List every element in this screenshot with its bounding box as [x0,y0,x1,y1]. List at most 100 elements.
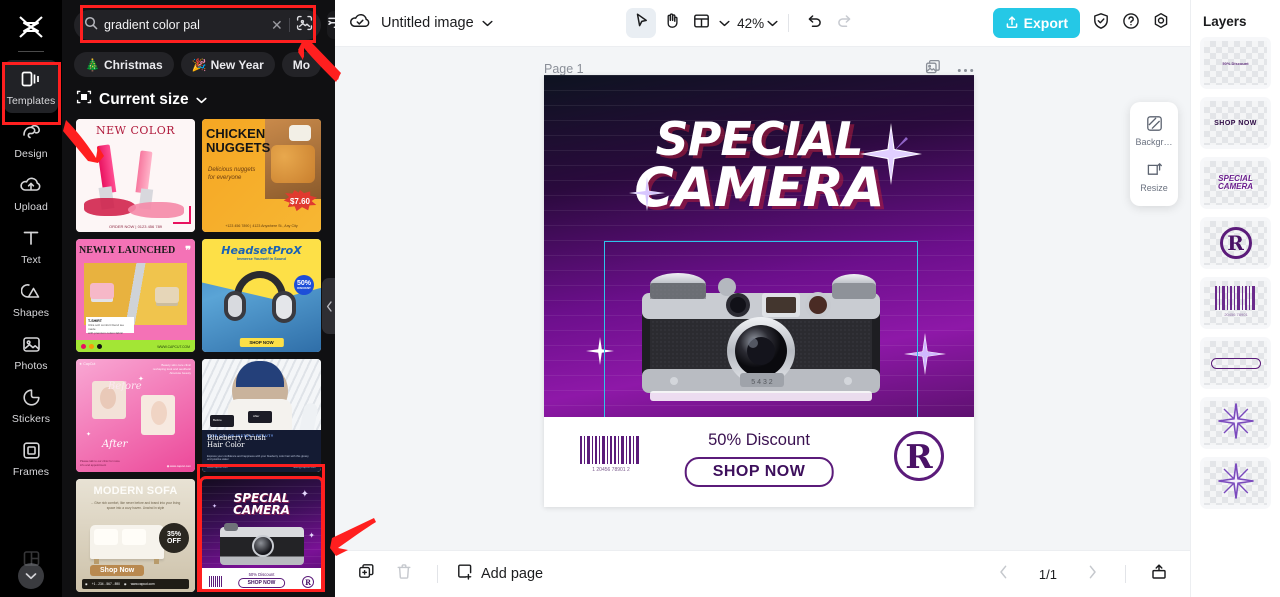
next-page-button[interactable] [1077,559,1107,589]
sidebar-more[interactable] [18,550,44,589]
layer-thumb-sparkle [1216,401,1255,445]
svg-text:1 20456 78901 2: 1 20456 78901 2 [592,467,630,473]
template-card-special-camera[interactable]: SPECIAL CAMERA ✦ ✦ ✦ 50% Discount SHOP NO… [199,476,324,592]
chip-label: Christmas [103,57,163,72]
size-frame-icon [76,89,92,110]
template-card-newly-launched[interactable]: NEWLY LAUNCHED ❞ T-SHIRT Ultra soft comf… [76,239,195,352]
templates-icon [20,68,42,90]
sidebar-item-label: Templates [6,95,56,107]
sidebar-item-shapes[interactable]: Shapes [4,272,58,325]
layer-item-pill-outline[interactable] [1200,337,1271,389]
template-card-modern-sofa[interactable]: MODERN SOFA ... Give ricb comfort, like … [76,479,195,592]
search-icon [84,16,98,35]
trash-icon [396,563,412,585]
current-size-selector[interactable]: Current size [62,77,335,119]
zoom-chevron-down-icon[interactable] [767,14,778,32]
layout-chevron-down-icon[interactable] [719,14,730,32]
delete-page-button[interactable] [389,559,419,589]
select-tool-button[interactable] [626,8,657,38]
sidebar-item-text[interactable]: Text [4,219,58,272]
redo-button[interactable] [829,8,859,38]
capcut-logo-icon[interactable] [14,12,48,42]
present-button[interactable] [1144,559,1174,589]
redo-icon [836,13,853,33]
template-card-chicken-nuggets[interactable]: CHICKEN NUGGETS Delicious nuggets for ever… [202,119,321,232]
sidebar-item-stickers[interactable]: Stickers [4,378,58,431]
undo-button[interactable] [799,8,829,38]
layer-thumb-pill [1210,357,1261,369]
camera-image[interactable]: 5 4 3 2 [632,265,890,417]
layer-item-sparkle-1[interactable] [1200,397,1271,449]
sidebar-item-photos[interactable]: Photos [4,325,58,378]
canvas-area[interactable]: Page 1 SPECIAL CAMERA 5 4 3 2 1 20456 78… [335,47,1190,550]
template-card-blueberry-crush[interactable]: Before After HAIR COLOR INSTANT BEAUTY B… [202,359,321,472]
template-card-new-color[interactable]: NEW COLOR ORDER NOW | 0123 456 789 [76,119,195,232]
page-label: Page 1 [544,61,584,76]
layer-thumb-text: 50% Discount [1222,60,1249,66]
layer-item-registered-mark[interactable]: R [1200,217,1271,269]
template-title: HeadsetProX [221,244,302,257]
chip-new-year[interactable]: 🎉 New Year [180,52,275,77]
add-page-button[interactable]: Add page [456,563,543,585]
sidebar-item-label: Design [14,148,48,160]
zoom-level[interactable]: 42% [737,16,764,31]
app-root: Templates Design Upload Text Shapes Phot… [0,0,1280,597]
add-page-icon [456,563,474,585]
more-panels-icon [22,550,41,572]
clear-x-icon[interactable]: ✕ [271,18,283,32]
image-search-icon[interactable] [296,15,313,36]
document-title[interactable]: Untitled image [381,15,474,31]
settings-button[interactable] [1146,8,1176,38]
chip-more[interactable]: Mo [281,52,322,77]
sparkle-icon [629,175,665,216]
collapse-panel-handle[interactable] [322,278,335,334]
shop-now-button[interactable]: SHOP NOW [684,457,834,487]
prev-page-button[interactable] [989,559,1019,589]
layer-item-barcode[interactable]: 20456 78901 [1200,277,1271,329]
title-chevron-down-icon[interactable] [482,14,493,32]
hand-tool-button[interactable] [656,8,686,38]
help-button[interactable] [1116,8,1146,38]
search-box[interactable]: ✕ [74,10,321,40]
layout-tool-button[interactable] [686,8,716,38]
sidebar-item-design[interactable]: Design [4,113,58,166]
layer-thumb-text: SHOP NOW [1214,119,1257,127]
search-input[interactable] [104,18,265,32]
filter-button[interactable] [326,11,335,39]
sidebar-item-frames[interactable]: Frames [4,431,58,484]
background-button[interactable]: Backgr… [1130,110,1178,152]
sidebar-item-upload[interactable]: Upload [4,166,58,219]
sidebar-item-label: Photos [14,360,48,372]
template-card-headset-prox[interactable]: HeadsetProX Immerse Yourself In Sound 50… [202,239,321,352]
chip-christmas[interactable]: 🎄 Christmas [74,52,174,77]
layer-item-50-discount[interactable]: 50% Discount [1200,37,1271,89]
template-card-before-after[interactable]: ★ CapCut Beauty skin care clinic reshapin… [76,359,195,472]
layer-thumb-text: SPECIAL CAMERA [1217,174,1254,191]
layer-item-shop-now[interactable]: SHOP NOW [1200,97,1271,149]
template-title: NEW COLOR [96,124,175,137]
sidebar-item-label: Upload [14,201,48,213]
poster-background: SPECIAL CAMERA 5 4 3 2 [544,75,974,417]
left-rail: Templates Design Upload Text Shapes Phot… [0,0,62,597]
templates-panel: ✕ [62,0,335,597]
registered-mark[interactable]: R [894,431,944,481]
resize-icon [1146,161,1163,180]
layer-item-special-camera[interactable]: SPECIAL CAMERA [1200,157,1271,209]
top-toolbar: Untitled image 42% Export [335,0,1190,47]
template-cta: SHOP NOW [237,578,286,588]
artboard[interactable]: SPECIAL CAMERA 5 4 3 2 1 20456 78901 2 5… [544,75,974,507]
svg-text:20456 78901: 20456 78901 [1224,312,1248,317]
photos-icon [20,333,42,355]
duplicate-page-icon [358,563,375,585]
cloud-saved-icon[interactable] [349,12,371,35]
cursor-arrow-icon [633,12,650,34]
layer-item-sparkle-2[interactable] [1200,457,1271,509]
export-button[interactable]: Export [992,8,1080,38]
svg-text:5 4 3 2: 5 4 3 2 [751,379,773,386]
more-horizontal-icon[interactable] [957,62,974,76]
resize-button[interactable]: Resize [1130,156,1178,198]
sidebar-item-templates[interactable]: Templates [4,60,58,113]
duplicate-page-button[interactable] [351,559,381,589]
layers-title: Layers [1203,14,1247,29]
shield-button[interactable] [1086,8,1116,38]
